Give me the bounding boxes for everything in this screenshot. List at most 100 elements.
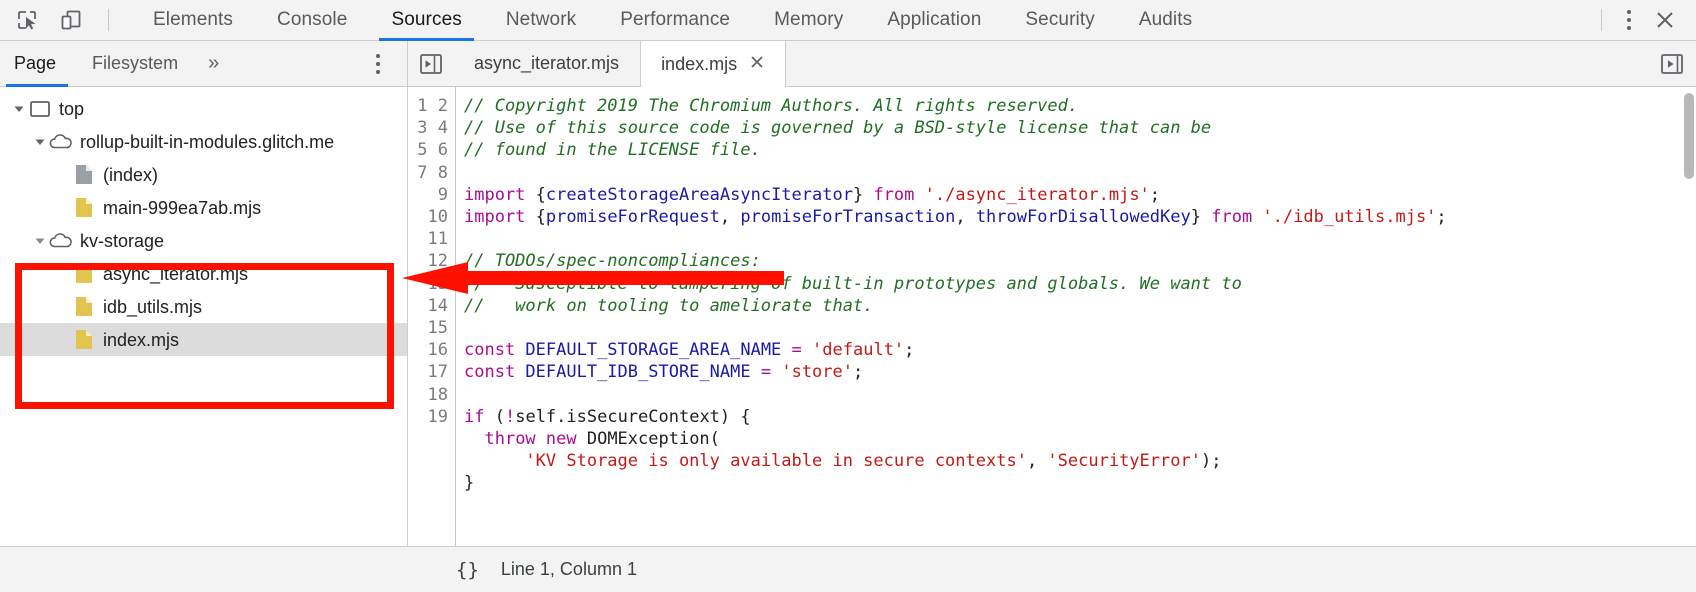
code-token: from <box>873 185 924 205</box>
toolbar-divider <box>108 9 109 31</box>
code-token: // TODOs/spec-noncompliances: <box>464 251 761 271</box>
source-code[interactable]: // Copyright 2019 The Chromium Authors. … <box>456 87 1696 546</box>
code-line: // Copyright 2019 The Chromium Authors. … <box>464 95 1696 117</box>
code-token <box>802 340 812 360</box>
tab-sources[interactable]: Sources <box>369 0 483 40</box>
cloud-icon <box>49 233 73 249</box>
code-line: import {promiseForRequest, promiseForTra… <box>464 206 1696 228</box>
code-line <box>464 494 1696 516</box>
code-token: 'SecurityError' <box>1047 451 1201 471</box>
tree-item-index-html-label: (index) <box>103 166 158 184</box>
tree-item-index-mjs[interactable]: index.mjs <box>0 323 407 356</box>
navigator-more-options-icon[interactable] <box>363 48 393 80</box>
code-token: ; <box>904 340 914 360</box>
code-line <box>464 228 1696 250</box>
code-token: { <box>536 207 546 227</box>
code-token <box>771 362 781 382</box>
tab-elements-label: Elements <box>153 9 233 31</box>
twisty-expanded-icon[interactable] <box>10 103 28 115</box>
nav-tab-filesystem[interactable]: Filesystem <box>74 41 196 86</box>
toolbar-right-group <box>1593 0 1696 40</box>
code-line: import {createStorageAreaAsyncIterator} … <box>464 184 1696 206</box>
tab-security-label: Security <box>1025 9 1094 31</box>
code-token: throwForDisallowedKey <box>976 207 1191 227</box>
tab-performance[interactable]: Performance <box>598 0 752 40</box>
toolbar-right-divider <box>1601 9 1602 31</box>
cloud-icon <box>49 134 73 150</box>
code-token: // work on tooling to ameliorate that. <box>464 296 873 316</box>
tab-console[interactable]: Console <box>255 0 369 40</box>
tab-memory[interactable]: Memory <box>752 0 865 40</box>
vertical-scrollbar[interactable] <box>1684 93 1694 179</box>
code-line: if (!self.isSecureContext) { <box>464 406 1696 428</box>
tab-network[interactable]: Network <box>484 0 598 40</box>
more-options-icon[interactable] <box>1614 4 1644 36</box>
editor-tab-async-iterator[interactable]: async_iterator.mjs <box>454 41 640 86</box>
close-icon[interactable] <box>1648 3 1682 37</box>
more-tabs-chevron-icon[interactable]: » <box>196 41 231 86</box>
code-token: DEFAULT_STORAGE_AREA_NAME <box>525 340 781 360</box>
code-token: ! <box>505 407 515 427</box>
twisty-expanded-icon[interactable] <box>31 136 49 148</box>
code-token: './async_iterator.mjs' <box>925 185 1150 205</box>
code-editor[interactable]: 1 2 3 4 5 6 7 8 9 10 11 12 13 14 15 16 1… <box>408 87 1696 546</box>
tab-memory-label: Memory <box>774 9 843 31</box>
code-token: './idb_utils.mjs' <box>1262 207 1436 227</box>
device-toolbar-icon[interactable] <box>56 5 86 35</box>
code-token: const <box>464 340 525 360</box>
pretty-print-icon[interactable]: {} <box>456 559 479 581</box>
code-token: self.isSecureContext) { <box>515 407 750 427</box>
tab-security[interactable]: Security <box>1003 0 1116 40</box>
code-line: // - Susceptible to tampering of built-i… <box>464 273 1696 295</box>
tab-elements[interactable]: Elements <box>131 0 255 40</box>
tab-audits[interactable]: Audits <box>1117 0 1214 40</box>
code-token: ; <box>1436 207 1446 227</box>
line-number-gutter: 1 2 3 4 5 6 7 8 9 10 11 12 13 14 15 16 1… <box>408 87 456 546</box>
tree-item-main-bundle-label: main-999ea7ab.mjs <box>103 199 261 217</box>
tree-item-main-bundle[interactable]: main-999ea7ab.mjs <box>0 191 407 224</box>
tab-application-label: Application <box>887 9 981 31</box>
navigator-kebab-wrap <box>363 41 407 86</box>
document-gray-icon <box>72 164 96 185</box>
navigator-tabbar: Page Filesystem » <box>0 41 407 87</box>
tab-audits-label: Audits <box>1139 9 1192 31</box>
code-token: ; <box>1150 185 1160 205</box>
tree-item-async-iterator[interactable]: async_iterator.mjs <box>0 257 407 290</box>
tab-application[interactable]: Application <box>865 0 1003 40</box>
statusbar-content: {} Line 1, Column 1 <box>442 559 637 581</box>
tree-item-kv-storage[interactable]: kv-storage <box>0 224 407 257</box>
twisty-expanded-icon[interactable] <box>31 235 49 247</box>
code-line: // Use of this source code is governed b… <box>464 117 1696 139</box>
editor-tab-close-icon[interactable] <box>749 54 765 74</box>
code-token: ; <box>853 362 863 382</box>
inspect-element-icon[interactable] <box>12 5 42 35</box>
code-token: 'store' <box>781 362 853 382</box>
document-yellow-icon <box>72 263 96 284</box>
editor-tab-index-mjs[interactable]: index.mjs <box>640 41 786 87</box>
tree-item-top[interactable]: top <box>0 92 407 125</box>
code-token: import <box>464 207 536 227</box>
code-line <box>464 383 1696 405</box>
tree-item-origin-label: rollup-built-in-modules.glitch.me <box>80 133 334 151</box>
code-line: 'KV Storage is only available in secure … <box>464 450 1696 472</box>
tree-item-index-html[interactable]: (index) <box>0 158 407 191</box>
sources-panel-body: Page Filesystem » top <box>0 41 1696 546</box>
file-tree: top rollup-built-in-modules.glitch.me <box>0 87 407 546</box>
nav-tab-page[interactable]: Page <box>0 41 74 86</box>
show-debugger-icon[interactable] <box>1648 41 1696 86</box>
tree-item-origin[interactable]: rollup-built-in-modules.glitch.me <box>0 125 407 158</box>
tree-item-index-mjs-label: index.mjs <box>103 331 179 349</box>
editor-status-bar: {} Line 1, Column 1 <box>0 546 1696 592</box>
nav-tab-filesystem-label: Filesystem <box>92 53 178 74</box>
show-navigator-icon[interactable] <box>408 41 454 86</box>
code-line: // TODOs/spec-noncompliances: <box>464 250 1696 272</box>
tab-performance-label: Performance <box>620 9 730 31</box>
devtools-panel-tabs: Elements Console Sources Network Perform… <box>131 0 1593 40</box>
tree-item-idb-utils[interactable]: idb_utils.mjs <box>0 290 407 323</box>
code-token: = <box>761 362 771 382</box>
tree-item-top-label: top <box>59 100 84 118</box>
code-token <box>781 340 791 360</box>
tab-console-label: Console <box>277 9 347 31</box>
tree-item-idb-utils-label: idb_utils.mjs <box>103 298 202 316</box>
code-token: promiseForTransaction <box>740 207 955 227</box>
